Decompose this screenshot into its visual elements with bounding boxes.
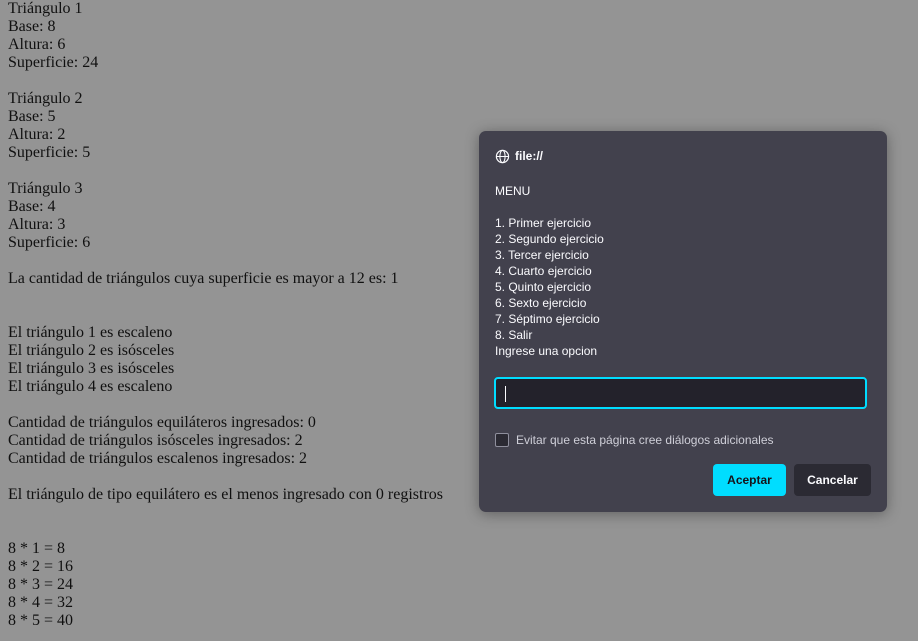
page-line: Cantidad de triángulos isósceles ingresa… bbox=[8, 432, 303, 449]
message-line: 3. Tercer ejercicio bbox=[495, 248, 589, 262]
suppress-dialogs-checkbox[interactable] bbox=[495, 433, 509, 447]
page-line: El triángulo 4 es escaleno bbox=[8, 378, 173, 395]
page-line: 8 * 3 = 24 bbox=[8, 576, 74, 593]
message-line: 4. Cuarto ejercicio bbox=[495, 264, 592, 278]
dialog-origin: file:// bbox=[495, 148, 543, 164]
page-line bbox=[8, 504, 478, 522]
page-line: Altura: 2 bbox=[8, 126, 66, 143]
page-line: La cantidad de triángulos cuya superfici… bbox=[8, 270, 399, 287]
page-line: Base: 8 bbox=[8, 18, 56, 35]
text-caret bbox=[505, 386, 506, 402]
page-line bbox=[8, 306, 478, 324]
suppress-dialogs-label: Evitar que esta página cree diálogos adi… bbox=[516, 433, 774, 447]
page-line bbox=[8, 162, 478, 180]
message-line bbox=[495, 199, 875, 215]
dialog-origin-text: file:// bbox=[515, 149, 544, 163]
page-line: Cantidad de triángulos escalenos ingresa… bbox=[8, 450, 308, 467]
page-line bbox=[8, 468, 478, 486]
page-line: Base: 4 bbox=[8, 198, 56, 215]
message-line: 2. Segundo ejercicio bbox=[495, 232, 604, 246]
page-content: Triángulo 1 Base: 8 Altura: 6 Superficie… bbox=[8, 0, 478, 630]
message-line: 1. Primer ejercicio bbox=[495, 216, 592, 230]
message-line: 5. Quinto ejercicio bbox=[495, 280, 592, 294]
page-line: 8 * 1 = 8 bbox=[8, 540, 66, 557]
page-line: Superficie: 5 bbox=[8, 144, 91, 161]
page-line bbox=[8, 252, 478, 270]
prompt-input[interactable] bbox=[494, 377, 867, 409]
accept-button[interactable]: Aceptar bbox=[713, 464, 786, 496]
page-line: El triángulo 1 es escaleno bbox=[8, 324, 173, 341]
page-line bbox=[8, 396, 478, 414]
cancel-button[interactable]: Cancelar bbox=[794, 464, 871, 496]
page-line: 8 * 4 = 32 bbox=[8, 594, 74, 611]
page-line: 8 * 5 = 40 bbox=[8, 612, 74, 629]
message-line: Ingrese una opcion bbox=[495, 344, 598, 358]
prompt-dialog: file:// MENU 1. Primer ejercicio 2. Segu… bbox=[479, 131, 887, 512]
page-line: Superficie: 6 bbox=[8, 234, 91, 251]
suppress-dialogs-option[interactable]: Evitar que esta página cree diálogos adi… bbox=[495, 433, 774, 447]
page-line bbox=[8, 72, 478, 90]
page-line: Base: 5 bbox=[8, 108, 56, 125]
page-line: Triángulo 2 bbox=[8, 90, 83, 107]
page-line bbox=[8, 288, 478, 306]
globe-icon bbox=[495, 149, 510, 164]
page-line: El triángulo 2 es isósceles bbox=[8, 342, 175, 359]
page-line: Cantidad de triángulos equiláteros ingre… bbox=[8, 414, 316, 431]
page-line: 8 * 2 = 16 bbox=[8, 558, 74, 575]
page-line: Triángulo 1 bbox=[8, 0, 83, 17]
page-line bbox=[8, 522, 478, 540]
page-line: Altura: 3 bbox=[8, 216, 66, 233]
dialog-message: MENU 1. Primer ejercicio 2. Segundo ejer… bbox=[495, 183, 875, 359]
message-line: 7. Séptimo ejercicio bbox=[495, 312, 600, 326]
message-line: MENU bbox=[495, 184, 531, 198]
page-line: El triángulo 3 es isósceles bbox=[8, 360, 175, 377]
message-line: 6. Sexto ejercicio bbox=[495, 296, 587, 310]
page-line: Altura: 6 bbox=[8, 36, 66, 53]
message-line: 8. Salir bbox=[495, 328, 533, 342]
page-line: El triángulo de tipo equilátero es el me… bbox=[8, 486, 443, 503]
page-line: Superficie: 24 bbox=[8, 54, 99, 71]
page-line: Triángulo 3 bbox=[8, 180, 83, 197]
